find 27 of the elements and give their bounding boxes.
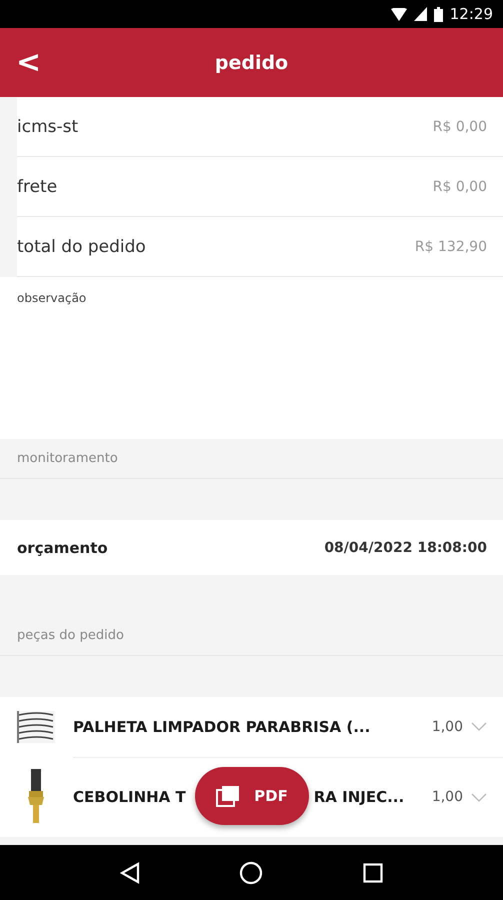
pdf-icon bbox=[216, 785, 240, 807]
section-heading: monitoramento bbox=[17, 451, 118, 466]
back-button[interactable]: < bbox=[8, 48, 50, 78]
summary-label: icms-st bbox=[17, 116, 78, 136]
recents-icon[interactable] bbox=[363, 862, 384, 882]
part-name: CEBOLINHA T bbox=[73, 788, 186, 806]
battery-icon bbox=[434, 6, 443, 22]
section-heading: peças do pedido bbox=[17, 628, 124, 643]
pdf-button[interactable]: PDF bbox=[195, 767, 309, 825]
summary-value: R$ 0,00 bbox=[432, 178, 487, 194]
order-status: orçamento bbox=[17, 538, 108, 556]
status-date: 08/04/2022 18:08:00 bbox=[324, 540, 487, 556]
back-nav-icon[interactable] bbox=[120, 862, 140, 884]
summary-label: total do pedido bbox=[17, 236, 146, 256]
wifi-icon bbox=[390, 8, 407, 20]
observation-label: observação bbox=[17, 291, 86, 305]
page-title: pedido bbox=[214, 52, 288, 74]
part-quantity: 1,00 bbox=[432, 789, 463, 805]
summary-label: frete bbox=[17, 176, 58, 196]
part-name: PALHETA LIMPADOR PARABRISA (... bbox=[73, 718, 370, 736]
summary-value: R$ 0,00 bbox=[432, 118, 487, 134]
summary-value: R$ 132,90 bbox=[414, 238, 487, 254]
part-quantity: 1,00 bbox=[432, 718, 463, 734]
status-time: 12:29 bbox=[450, 5, 493, 23]
home-icon[interactable] bbox=[239, 860, 264, 884]
part-name: RA INJEC... bbox=[314, 788, 404, 806]
signal-icon bbox=[414, 7, 427, 21]
